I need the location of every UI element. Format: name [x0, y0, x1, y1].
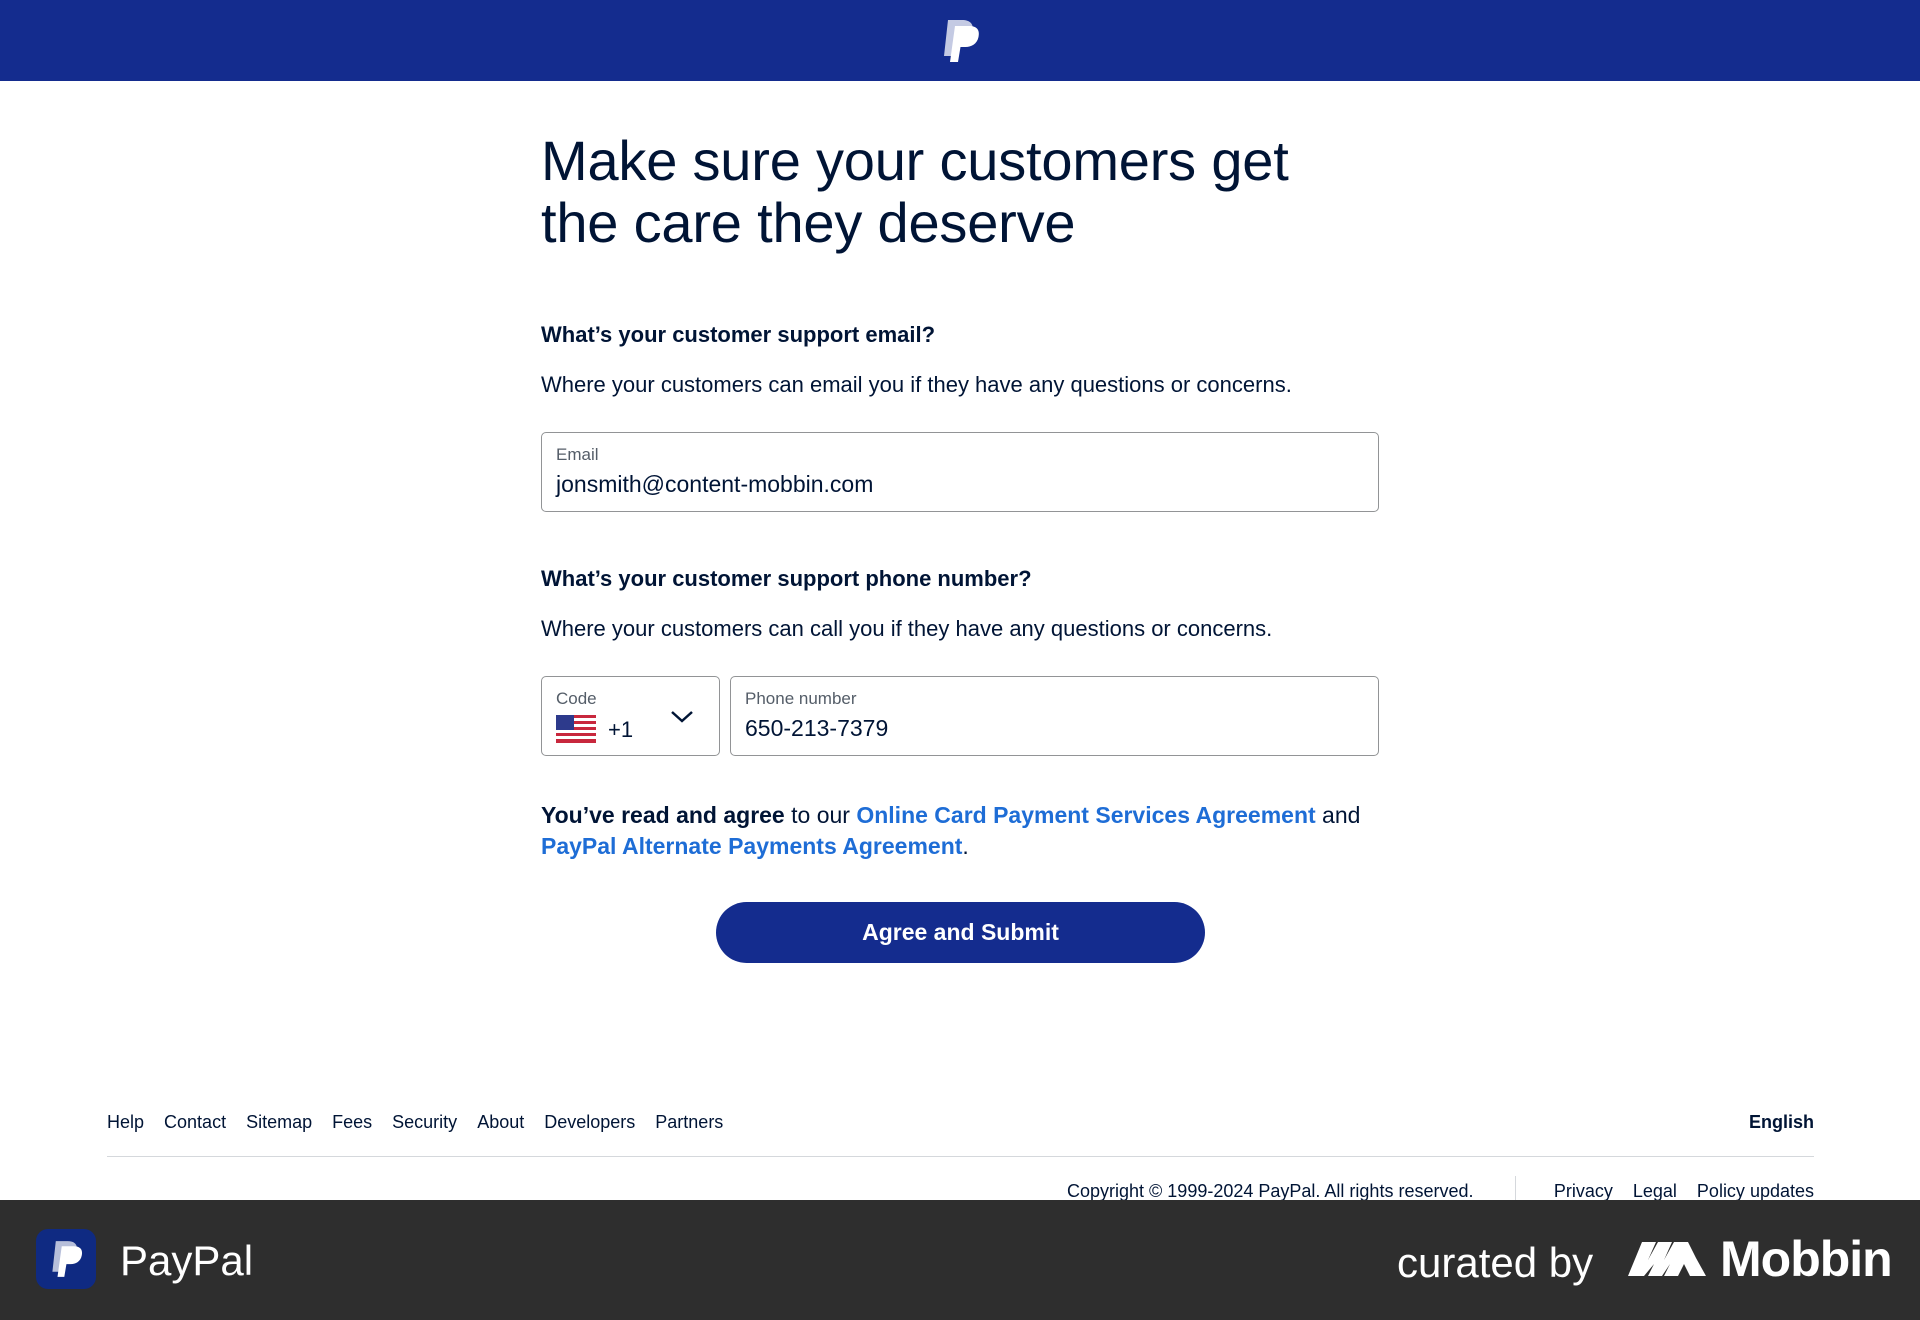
footer-divider: [107, 1156, 1814, 1157]
language-selector[interactable]: English: [1749, 1112, 1814, 1133]
email-section-description: Where your customers can email you if th…: [541, 372, 1292, 397]
footer-nav: Help Contact Sitemap Fees Security About…: [107, 1112, 723, 1133]
paypal-p-icon[interactable]: [940, 18, 980, 64]
phone-section-title: What’s your customer support phone numbe…: [541, 566, 1032, 591]
agreement-suffix: .: [962, 833, 969, 859]
footer-link-contact[interactable]: Contact: [164, 1112, 226, 1133]
footer-link-security[interactable]: Security: [392, 1112, 457, 1133]
mobbin-watermark-bar: PayPal curated by Mobbin: [0, 1200, 1920, 1320]
agreement-middle: and: [1315, 802, 1361, 828]
email-field-label: Email: [556, 445, 599, 464]
online-card-agreement-link[interactable]: Online Card Payment Services Agreement: [856, 802, 1315, 828]
footer-link-legal[interactable]: Legal: [1633, 1181, 1677, 1202]
mobbin-logo-icon: [1626, 1238, 1708, 1283]
footer-link-partners[interactable]: Partners: [655, 1112, 723, 1133]
footer-link-developers[interactable]: Developers: [544, 1112, 635, 1133]
footer-link-privacy[interactable]: Privacy: [1554, 1181, 1613, 1202]
watermark-app-name: PayPal: [120, 1237, 254, 1284]
footer-link-policy-updates[interactable]: Policy updates: [1697, 1181, 1814, 1202]
agreement-prefix: to our: [784, 802, 857, 828]
country-code-label: Code: [556, 689, 597, 708]
page-headline: Make sure your customers get the care th…: [541, 129, 1289, 254]
agreement-text: You’ve read and agree to our Online Card…: [541, 800, 1401, 862]
agree-and-submit-button[interactable]: Agree and Submit: [716, 902, 1205, 963]
country-code-value: +1: [608, 717, 634, 742]
paypal-app-icon: [36, 1229, 96, 1289]
top-header: [0, 0, 1920, 81]
footer-link-sitemap[interactable]: Sitemap: [246, 1112, 312, 1133]
chevron-down-icon[interactable]: [670, 709, 694, 730]
main-content: Make sure your customers get the care th…: [541, 130, 1379, 254]
footer-link-fees[interactable]: Fees: [332, 1112, 372, 1133]
email-field-value[interactable]: jonsmith@content-mobbin.com: [556, 471, 873, 498]
copyright-text: Copyright © 1999-2024 PayPal. All rights…: [1067, 1181, 1474, 1201]
phone-number-value[interactable]: 650-213-7379: [745, 715, 888, 742]
phone-section-description: Where your customers can call you if the…: [541, 616, 1273, 641]
email-field[interactable]: Email jonsmith@content-mobbin.com: [541, 432, 1379, 512]
legal-links: Privacy Legal Policy updates: [1554, 1181, 1814, 1202]
us-flag-icon: [556, 715, 596, 748]
phone-number-field[interactable]: Phone number 650-213-7379: [730, 676, 1379, 756]
footer-link-about[interactable]: About: [477, 1112, 524, 1133]
watermark-curated-by: curated by: [1397, 1239, 1594, 1286]
watermark-brand: Mobbin: [1720, 1231, 1893, 1287]
footer-separator: [1515, 1176, 1516, 1202]
alternate-payments-agreement-link[interactable]: PayPal Alternate Payments Agreement: [541, 833, 962, 859]
agreement-prefix-bold: You’ve read and agree: [541, 802, 785, 828]
phone-number-label: Phone number: [745, 689, 857, 708]
email-section-title: What’s your customer support email?: [541, 322, 936, 347]
country-code-select[interactable]: Code +1: [541, 676, 720, 756]
footer-link-help[interactable]: Help: [107, 1112, 144, 1133]
